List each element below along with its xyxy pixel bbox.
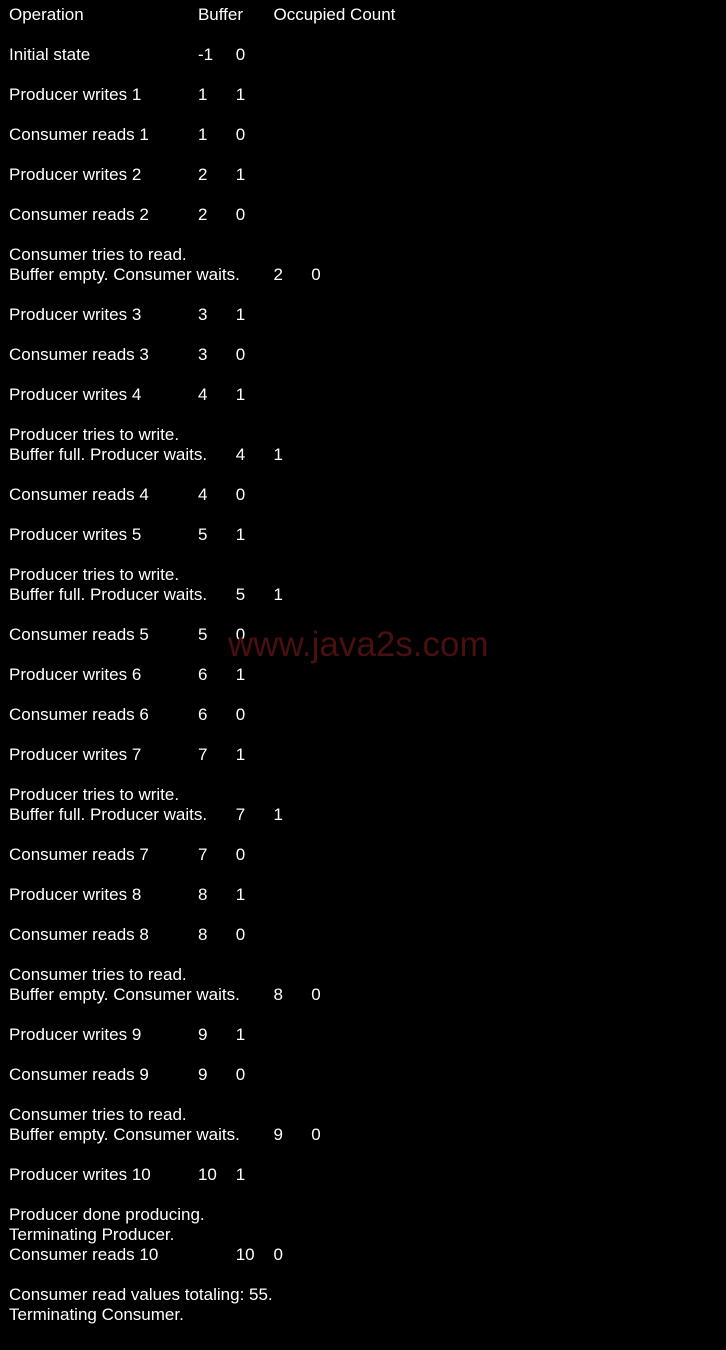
console-row-producer-writes-1: Producer writes 1 1 1 [9,85,246,104]
console-row-consumer-reads-1: Consumer reads 1 1 0 [9,125,246,144]
console-row-producer-writes-5: Producer writes 5 5 1 [9,525,246,544]
console-row-consumer-waits-8: Consumer tries to read. Buffer empty. Co… [9,965,321,1004]
console-row-consumer-reads-9: Consumer reads 9 9 0 [9,1065,246,1084]
console-row-consumer-waits-2: Consumer tries to read. Buffer empty. Co… [9,245,321,284]
console-row-initial-state: Initial state -1 0 [9,45,246,64]
console-row-producer-writes-10: Producer writes 10 10 1 [9,1165,246,1184]
console-row-consumer-total-terminate: Consumer read values totaling: 55. Termi… [9,1285,273,1324]
console-row-consumer-waits-9: Consumer tries to read. Buffer empty. Co… [9,1105,321,1144]
console-output-window: Operation Buffer Occupied Count Initial … [0,0,726,1350]
console-row-producer-waits-7: Producer tries to write. Buffer full. Pr… [9,785,283,824]
console-row-producer-done-consumer-reads-10: Producer done producing. Terminating Pro… [9,1205,283,1264]
console-row-producer-waits-5: Producer tries to write. Buffer full. Pr… [9,565,283,604]
console-row-producer-waits-4: Producer tries to write. Buffer full. Pr… [9,425,283,464]
console-header-row: Operation Buffer Occupied Count [9,5,396,24]
console-row-producer-writes-6: Producer writes 6 6 1 [9,665,246,684]
console-row-producer-writes-3: Producer writes 3 3 1 [9,305,246,324]
console-row-producer-writes-7: Producer writes 7 7 1 [9,745,246,764]
console-row-producer-writes-2: Producer writes 2 2 1 [9,165,246,184]
console-row-producer-writes-4: Producer writes 4 4 1 [9,385,246,404]
console-row-producer-writes-9: Producer writes 9 9 1 [9,1025,246,1044]
console-row-consumer-reads-7: Consumer reads 7 7 0 [9,845,246,864]
console-row-consumer-reads-8: Consumer reads 8 8 0 [9,925,246,944]
console-row-consumer-reads-2: Consumer reads 2 2 0 [9,205,246,224]
console-row-consumer-reads-6: Consumer reads 6 6 0 [9,705,246,724]
console-text-area: Operation Buffer Occupied Count Initial … [0,0,726,1325]
console-row-consumer-reads-4: Consumer reads 4 4 0 [9,485,246,504]
console-row-consumer-reads-3: Consumer reads 3 3 0 [9,345,246,364]
console-row-consumer-reads-5: Consumer reads 5 5 0 [9,625,246,644]
console-row-producer-writes-8: Producer writes 8 8 1 [9,885,246,904]
